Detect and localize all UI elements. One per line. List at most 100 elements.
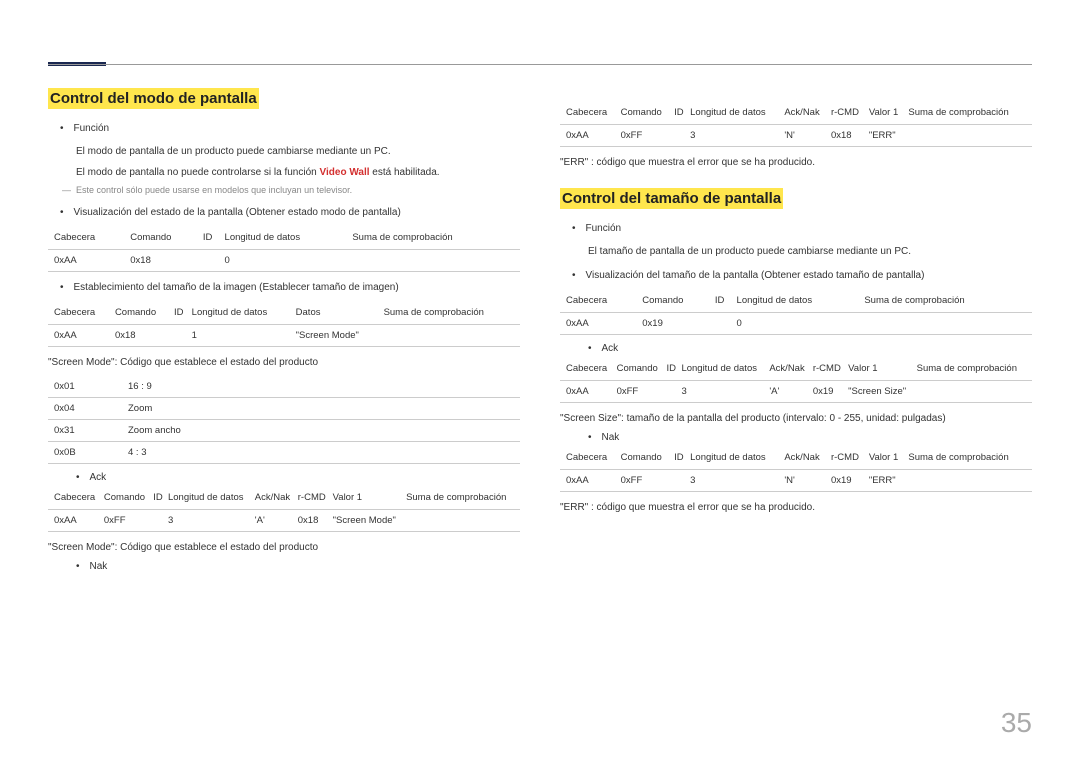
td: 1 [192, 325, 296, 347]
td [384, 325, 520, 347]
bullet-funcion-r: • Función [572, 221, 1032, 237]
td: 4 : 3 [128, 442, 520, 464]
th: Longitud de datos [737, 290, 865, 313]
th: Suma de comprobación [917, 358, 1032, 381]
func-desc-r1: El tamaño de pantalla de un producto pue… [588, 243, 1032, 260]
th: Comando [617, 358, 667, 381]
td: 0xAA [560, 470, 621, 492]
func-desc-2: El modo de pantalla no puede controlarse… [76, 164, 520, 181]
bullet-dot: • [60, 280, 64, 296]
th: Suma de comprobación [908, 102, 1032, 125]
th: Datos [296, 302, 384, 325]
th: Suma de comprobación [908, 447, 1032, 470]
td: 3 [690, 470, 784, 492]
td: 0x18 [298, 510, 333, 532]
section-title-screen-mode: Control del modo de pantalla [48, 88, 259, 109]
th: Ack/Nak [784, 447, 831, 470]
th: Cabecera [48, 302, 115, 325]
th: Suma de comprobación [406, 487, 520, 510]
section-title-screen-size: Control del tamaño de pantalla [560, 188, 783, 209]
td: 0x18 [831, 125, 869, 147]
td: 0x19 [831, 470, 869, 492]
td: 0xFF [621, 125, 675, 147]
table-8: Cabecera Comando ID Longitud de datos Ac… [560, 447, 1032, 492]
td: "Screen Mode" [296, 325, 384, 347]
ack-label-r: Ack [602, 343, 619, 354]
table-6: Cabecera Comando ID Longitud de datos Su… [560, 290, 1032, 335]
func-label-r: Función [586, 221, 622, 237]
th: ID [203, 227, 225, 250]
err-desc: "ERR" : código que muestra el error que … [560, 155, 1032, 170]
th: Suma de comprobación [864, 290, 1032, 313]
func-2a: El modo de pantalla no puede controlarse… [76, 167, 320, 178]
th: r-CMD [831, 447, 869, 470]
td: "Screen Size" [848, 381, 916, 403]
th: Longitud de datos [690, 102, 784, 125]
screen-size-desc: "Screen Size": tamaño de la pantalla del… [560, 411, 1032, 426]
td: 'A' [769, 381, 813, 403]
td: 0x01 [48, 376, 128, 398]
th: Cabecera [560, 290, 642, 313]
ack-label: Ack [90, 472, 107, 483]
table-2: Cabecera Comando ID Longitud de datos Da… [48, 302, 520, 347]
bullet-dot: • [588, 343, 592, 354]
page-number: 35 [1001, 707, 1032, 739]
td [864, 313, 1032, 335]
table-7: Cabecera Comando ID Longitud de datos Ac… [560, 358, 1032, 403]
right-column: Cabecera Comando ID Longitud de datos Ac… [560, 60, 1032, 576]
nak-label: Nak [90, 561, 108, 572]
bullet-ack-r: • Ack [588, 343, 1032, 354]
th: Cabecera [560, 102, 621, 125]
bullet-nak: • Nak [76, 561, 520, 572]
td: 0x31 [48, 420, 128, 442]
th: ID [153, 487, 168, 510]
th: Ack/Nak [784, 102, 831, 125]
bullet-dot: • [572, 268, 576, 284]
td: 0xAA [560, 125, 621, 147]
th: Comando [621, 102, 675, 125]
th: ID [674, 447, 690, 470]
td: 0x0B [48, 442, 128, 464]
th: Longitud de datos [225, 227, 353, 250]
td: 0x04 [48, 398, 128, 420]
viewstate-label: Visualización del estado de la pantalla … [74, 205, 401, 221]
th: Valor 1 [869, 447, 909, 470]
header-divider [48, 64, 1032, 65]
th: ID [174, 302, 192, 325]
th: r-CMD [298, 487, 333, 510]
td: 0x18 [115, 325, 174, 347]
th: r-CMD [813, 358, 848, 381]
td: 0xFF [617, 381, 667, 403]
bullet-viewstate: • Visualización del estado de la pantall… [60, 205, 520, 221]
table-1: Cabecera Comando ID Longitud de datos Su… [48, 227, 520, 272]
th: Cabecera [560, 358, 617, 381]
td: 'A' [255, 510, 298, 532]
td: 0x19 [813, 381, 848, 403]
td: "ERR" [869, 125, 909, 147]
th: Comando [642, 290, 715, 313]
td [674, 125, 690, 147]
td: 3 [681, 381, 769, 403]
td: Zoom [128, 398, 520, 420]
bullet-dot: • [588, 432, 592, 443]
table-5: Cabecera Comando ID Longitud de datos Ac… [560, 102, 1032, 147]
td [667, 381, 682, 403]
bullet-dot: • [60, 205, 64, 221]
table-4: Cabecera Comando ID Longitud de datos Ac… [48, 487, 520, 532]
bullet-setsize: • Establecimiento del tamaño de la image… [60, 280, 520, 296]
th: Ack/Nak [769, 358, 813, 381]
td: 'N' [784, 470, 831, 492]
th: Comando [621, 447, 675, 470]
th: ID [667, 358, 682, 381]
td: 0xAA [48, 325, 115, 347]
th: ID [674, 102, 690, 125]
td: 0 [225, 250, 353, 272]
td: 16 : 9 [128, 376, 520, 398]
th: Longitud de datos [681, 358, 769, 381]
screen-mode-desc: "Screen Mode": Código que establece el e… [48, 355, 520, 370]
th: Valor 1 [333, 487, 406, 510]
th: r-CMD [831, 102, 869, 125]
bullet-ack: • Ack [76, 472, 520, 483]
th: Comando [104, 487, 153, 510]
td: 0x19 [642, 313, 715, 335]
